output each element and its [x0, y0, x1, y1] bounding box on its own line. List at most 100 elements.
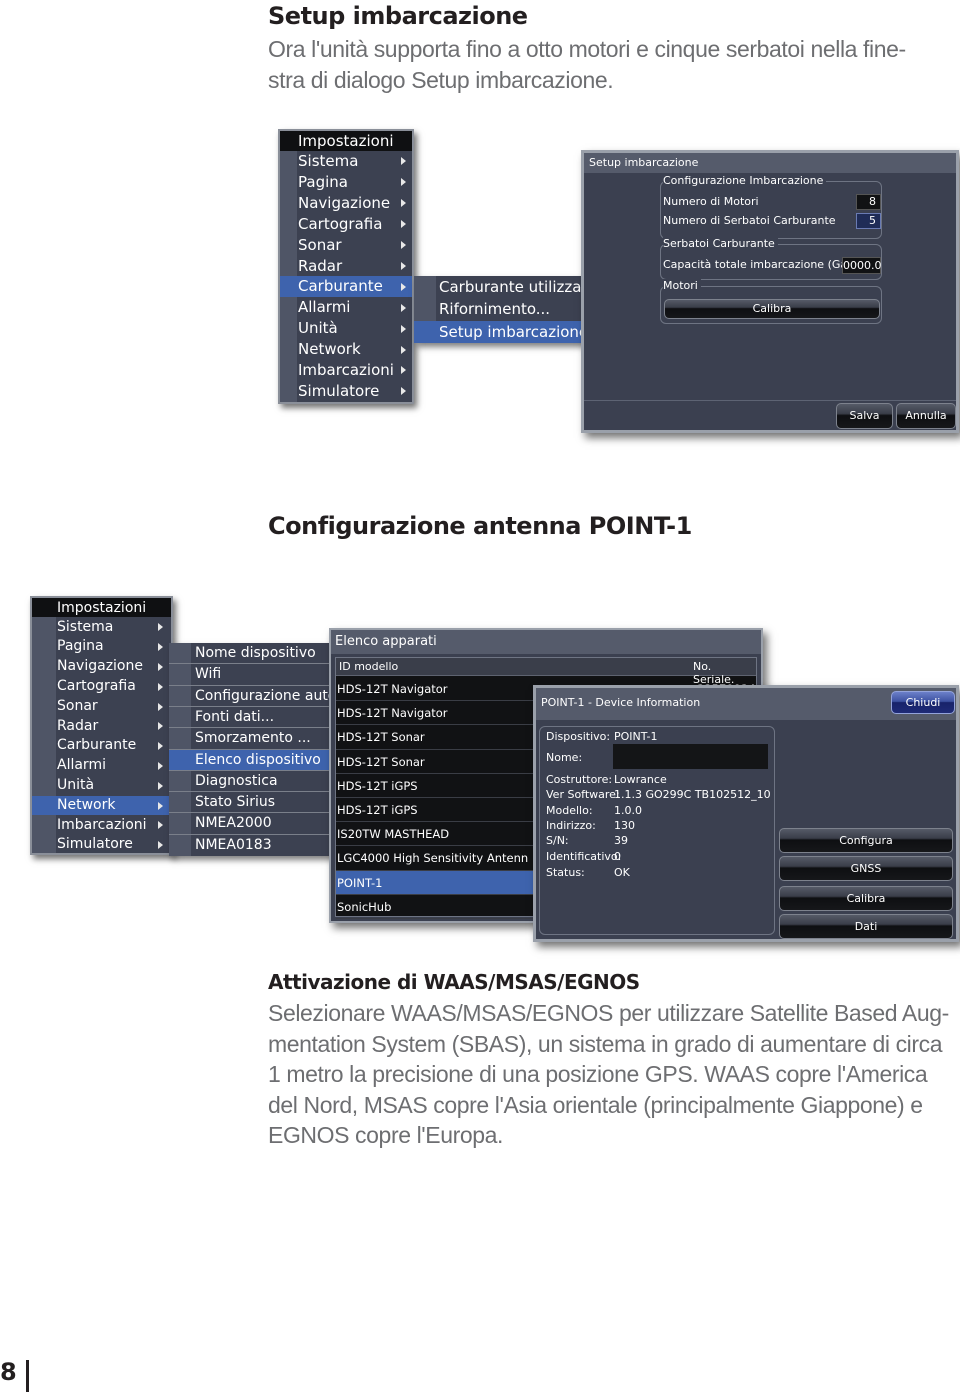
- menu-item-carburante[interactable]: Carburante: [280, 276, 412, 298]
- chevron-right-icon: [401, 199, 406, 208]
- group-legend: Serbatoi Carburante: [663, 237, 778, 250]
- menu-item-simulatore[interactable]: Simulatore: [280, 381, 412, 402]
- chevron-right-icon: [158, 742, 163, 751]
- submenu-item-label: Carburante utilizzato: [439, 278, 584, 296]
- group-legend: Configurazione Imbarcazione: [663, 174, 827, 187]
- menu-item-cartografia[interactable]: Cartografia: [280, 214, 412, 235]
- submenu-item-setup-imbarcazione[interactable]: Setup imbarcazione...: [414, 320, 584, 343]
- submenu-item-nome-dispositivo[interactable]: Nome dispositivo: [169, 643, 333, 664]
- submenu-item-carburante-utilizzato[interactable]: Carburante utilizzato: [414, 276, 584, 298]
- engines-count-label: Numero di Motori: [663, 195, 759, 208]
- device-model: HDS-12T Navigator: [337, 682, 448, 696]
- info-field-label: Indirizzo:: [546, 819, 596, 832]
- configura-button[interactable]: Configura: [779, 828, 953, 853]
- info-field-label: Costruttore:: [546, 773, 613, 786]
- group-configurazione-imbarcazione: [660, 181, 882, 239]
- chevron-right-icon: [401, 220, 406, 229]
- menu-item-sonar[interactable]: Sonar: [280, 235, 412, 256]
- menu-item-label: Imbarcazioni: [298, 361, 394, 379]
- submenu-item-label: Diagnostica: [195, 772, 278, 789]
- text-line: stra di dialogo Setup imbarcazione.: [268, 66, 614, 93]
- menu-item-unit-[interactable]: Unità: [32, 776, 171, 796]
- menu-item-allarmi[interactable]: Allarmi: [32, 756, 171, 776]
- submenu-item-fonti-dati[interactable]: Fonti dati...: [169, 707, 333, 728]
- submenu-item-elenco-dispositivo[interactable]: Elenco dispositivo: [169, 749, 333, 771]
- menu-item-cartografia[interactable]: Cartografia: [32, 677, 171, 697]
- submenu-item-label: Configurazione auto: [195, 687, 333, 704]
- menu-item-imbarcazioni[interactable]: Imbarcazioni: [32, 816, 171, 836]
- menu-item-sonar[interactable]: Sonar: [32, 697, 171, 717]
- info-field-value: 1.1.3 GO299C TB102512_10: [614, 788, 771, 801]
- submenu-item-label: Fonti dati...: [195, 708, 275, 725]
- submenu-item-nmea2000[interactable]: NMEA2000: [169, 813, 333, 834]
- submenu-item-smorzamento[interactable]: Smorzamento ...: [169, 728, 333, 749]
- submenu-item-configurazione-auto[interactable]: Configurazione auto: [169, 686, 333, 707]
- setup-imbarcazione-dialog: Setup imbarcazione Configurazione Imbarc…: [581, 150, 959, 433]
- engines-count-field[interactable]: 8: [856, 194, 881, 210]
- menu-item-pagina[interactable]: Pagina: [32, 637, 171, 657]
- menu-item-label: Sonar: [298, 235, 342, 254]
- menu-item-network[interactable]: Network: [32, 795, 171, 816]
- submenu-item-label: Wifi: [195, 666, 222, 683]
- menu-item-label: Sistema: [298, 152, 359, 170]
- menu-item-sistema[interactable]: Sistema: [280, 151, 412, 172]
- device-model: LGC4000 High Sensitivity Antenn: [337, 851, 529, 866]
- chevron-right-icon: [401, 157, 406, 166]
- page-number: 8: [0, 1358, 17, 1386]
- capacity-field[interactable]: 0000.0: [842, 257, 882, 274]
- section-body-setup-imbarcazione: Ora l'unità supporta fino a otto motori …: [268, 34, 906, 95]
- fuel-submenu: Carburante utilizzato Rifornimento... Setu…: [414, 276, 584, 343]
- info-field-value: Lowrance: [614, 773, 667, 786]
- menu-item-pagina[interactable]: Pagina: [280, 172, 412, 193]
- menu-item-sistema[interactable]: Sistema: [32, 618, 171, 638]
- tanks-count-field[interactable]: 5: [856, 213, 881, 229]
- save-button[interactable]: Salva: [836, 403, 893, 429]
- chevron-right-icon: [158, 682, 163, 691]
- menu-item-label: Navigazione: [298, 193, 391, 212]
- chevron-right-icon: [158, 821, 163, 830]
- cancel-button[interactable]: Annulla: [896, 403, 956, 429]
- gnss-button[interactable]: GNSS: [779, 856, 953, 881]
- menu-item-simulatore[interactable]: Simulatore: [32, 835, 171, 855]
- menu-item-allarmi[interactable]: Allarmi: [280, 297, 412, 318]
- submenu-item-nmea0183[interactable]: NMEA0183: [169, 835, 333, 856]
- menu-header: Impostazioni: [32, 598, 171, 617]
- info-field-label: Dispositivo:: [546, 730, 611, 743]
- chevron-right-icon: [158, 722, 163, 731]
- menu-item-label: Cartografia: [57, 677, 136, 694]
- device-name-input[interactable]: [613, 744, 768, 769]
- info-field-label: Identificativo:: [546, 850, 622, 863]
- network-submenu: Nome dispositivo Wifi Configurazione auto F…: [169, 643, 333, 856]
- menu-item-radar[interactable]: Radar: [280, 256, 412, 277]
- menu-item-radar[interactable]: Radar: [32, 717, 171, 737]
- calibrate-button[interactable]: Calibra: [664, 299, 880, 319]
- menu-item-navigazione[interactable]: Navigazione: [32, 657, 171, 677]
- chevron-right-icon: [401, 366, 406, 375]
- chevron-right-icon: [158, 662, 163, 671]
- submenu-item-rifornimento[interactable]: Rifornimento...: [414, 298, 584, 320]
- info-field-value: OK: [614, 866, 630, 879]
- menu-item-unit-[interactable]: Unità: [280, 318, 412, 339]
- menu-item-label: Carburante: [57, 737, 137, 754]
- info-field-value: POINT-1: [614, 730, 658, 743]
- menu-item-carburante[interactable]: Carburante: [32, 736, 171, 756]
- menu-item-navigazione[interactable]: Navigazione: [280, 193, 412, 214]
- submenu-item-stato-sirius[interactable]: Stato Sirius: [169, 792, 333, 813]
- chevron-right-icon: [401, 241, 406, 250]
- submenu-item-label: Smorzamento ...: [195, 730, 311, 747]
- section-heading-setup-imbarcazione: Setup imbarcazione: [268, 2, 528, 30]
- chevron-right-icon: [158, 623, 163, 632]
- menu-item-label: Simulatore: [298, 381, 380, 400]
- dati-button[interactable]: Dati: [779, 914, 953, 939]
- menu-item-imbarcazioni[interactable]: Imbarcazioni: [280, 360, 412, 381]
- close-button[interactable]: Chiudi: [891, 691, 955, 714]
- submenu-item-diagnostica[interactable]: Diagnostica: [169, 771, 333, 792]
- menu-item-network[interactable]: Network: [280, 339, 412, 360]
- calibra-button[interactable]: Calibra: [779, 886, 953, 911]
- menu-item-label: Unità: [298, 319, 338, 338]
- menu-item-label: Pagina: [57, 638, 104, 655]
- submenu-item-label: Setup imbarcazione...: [439, 322, 584, 341]
- submenu-item-wifi[interactable]: Wifi: [169, 664, 333, 685]
- menu-item-label: Unità: [57, 776, 95, 793]
- info-field-label: Modello:: [546, 804, 593, 817]
